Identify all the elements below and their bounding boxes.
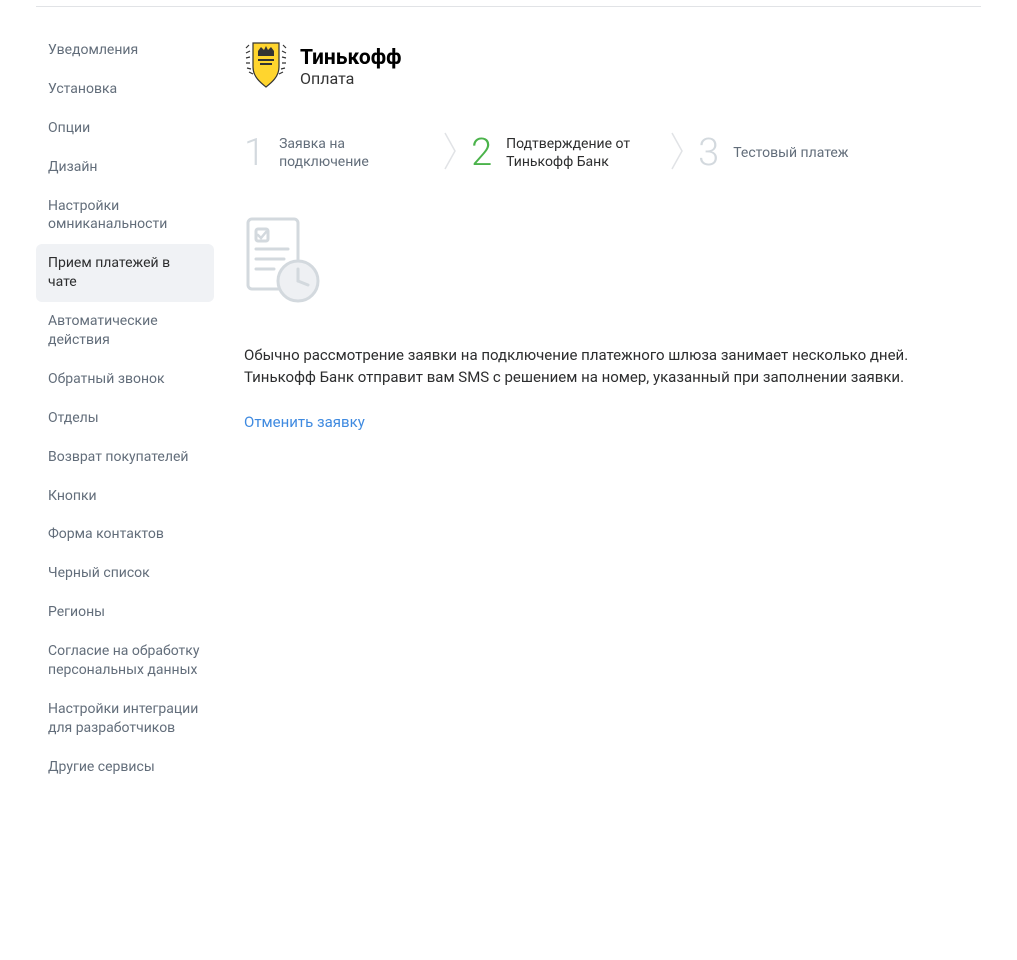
sidebar-item-other-services[interactable]: Другие сервисы (36, 748, 214, 787)
chevron-right-icon (443, 131, 457, 175)
sidebar-item-options[interactable]: Опции (36, 109, 214, 148)
provider-title: Тинькофф (300, 47, 401, 70)
sidebar-item-design[interactable]: Дизайн (36, 148, 214, 187)
sidebar-item-auto-actions[interactable]: Автоматические действия (36, 302, 214, 360)
sidebar: Уведомления Установка Опции Дизайн Настр… (36, 31, 214, 787)
step-number: 1 (244, 134, 265, 172)
sidebar-item-consent[interactable]: Согласие на обработку персональных данны… (36, 632, 214, 690)
waiting-illustration-icon (244, 215, 981, 309)
step-3: 3 Тестовый платеж (698, 134, 848, 172)
sidebar-item-integration-settings[interactable]: Настройки интеграции для разработчиков (36, 690, 214, 748)
cancel-request-link[interactable]: Отменить заявку (244, 413, 365, 431)
step-2: 2 Подтверждение от Тинькофф Банк (471, 134, 656, 172)
provider-logo-block: Тинькофф Оплата (244, 39, 981, 95)
step-1: 1 Заявка на подключение (244, 134, 429, 172)
step-label: Подтверждение от Тинькофф Банк (506, 135, 656, 171)
sidebar-item-returning-customers[interactable]: Возврат покупателей (36, 438, 214, 477)
sidebar-item-contact-form[interactable]: Форма контактов (36, 515, 214, 554)
status-description: Обычно рассмотрение заявки на подключени… (244, 345, 981, 389)
tinkoff-shield-icon (244, 39, 288, 95)
sidebar-item-departments[interactable]: Отделы (36, 399, 214, 438)
sidebar-item-blacklist[interactable]: Черный список (36, 554, 214, 593)
sidebar-item-omnichannel[interactable]: Настройки омниканальности (36, 187, 214, 245)
step-number: 3 (698, 134, 719, 172)
sidebar-item-buttons[interactable]: Кнопки (36, 477, 214, 516)
main-content: Тинькофф Оплата 1 Заявка на подключение … (214, 31, 981, 787)
step-number: 2 (471, 134, 492, 172)
sidebar-item-callback[interactable]: Обратный звонок (36, 360, 214, 399)
step-label: Заявка на подключение (279, 135, 429, 171)
sidebar-item-install[interactable]: Установка (36, 70, 214, 109)
sidebar-item-regions[interactable]: Регионы (36, 593, 214, 632)
steps-progress: 1 Заявка на подключение 2 Подтверждение … (244, 131, 981, 175)
sidebar-item-notifications[interactable]: Уведомления (36, 31, 214, 70)
provider-subtitle: Оплата (300, 70, 401, 88)
chevron-right-icon (670, 131, 684, 175)
sidebar-item-chat-payments[interactable]: Прием платежей в чате (36, 244, 214, 302)
step-label: Тестовый платеж (733, 144, 848, 162)
